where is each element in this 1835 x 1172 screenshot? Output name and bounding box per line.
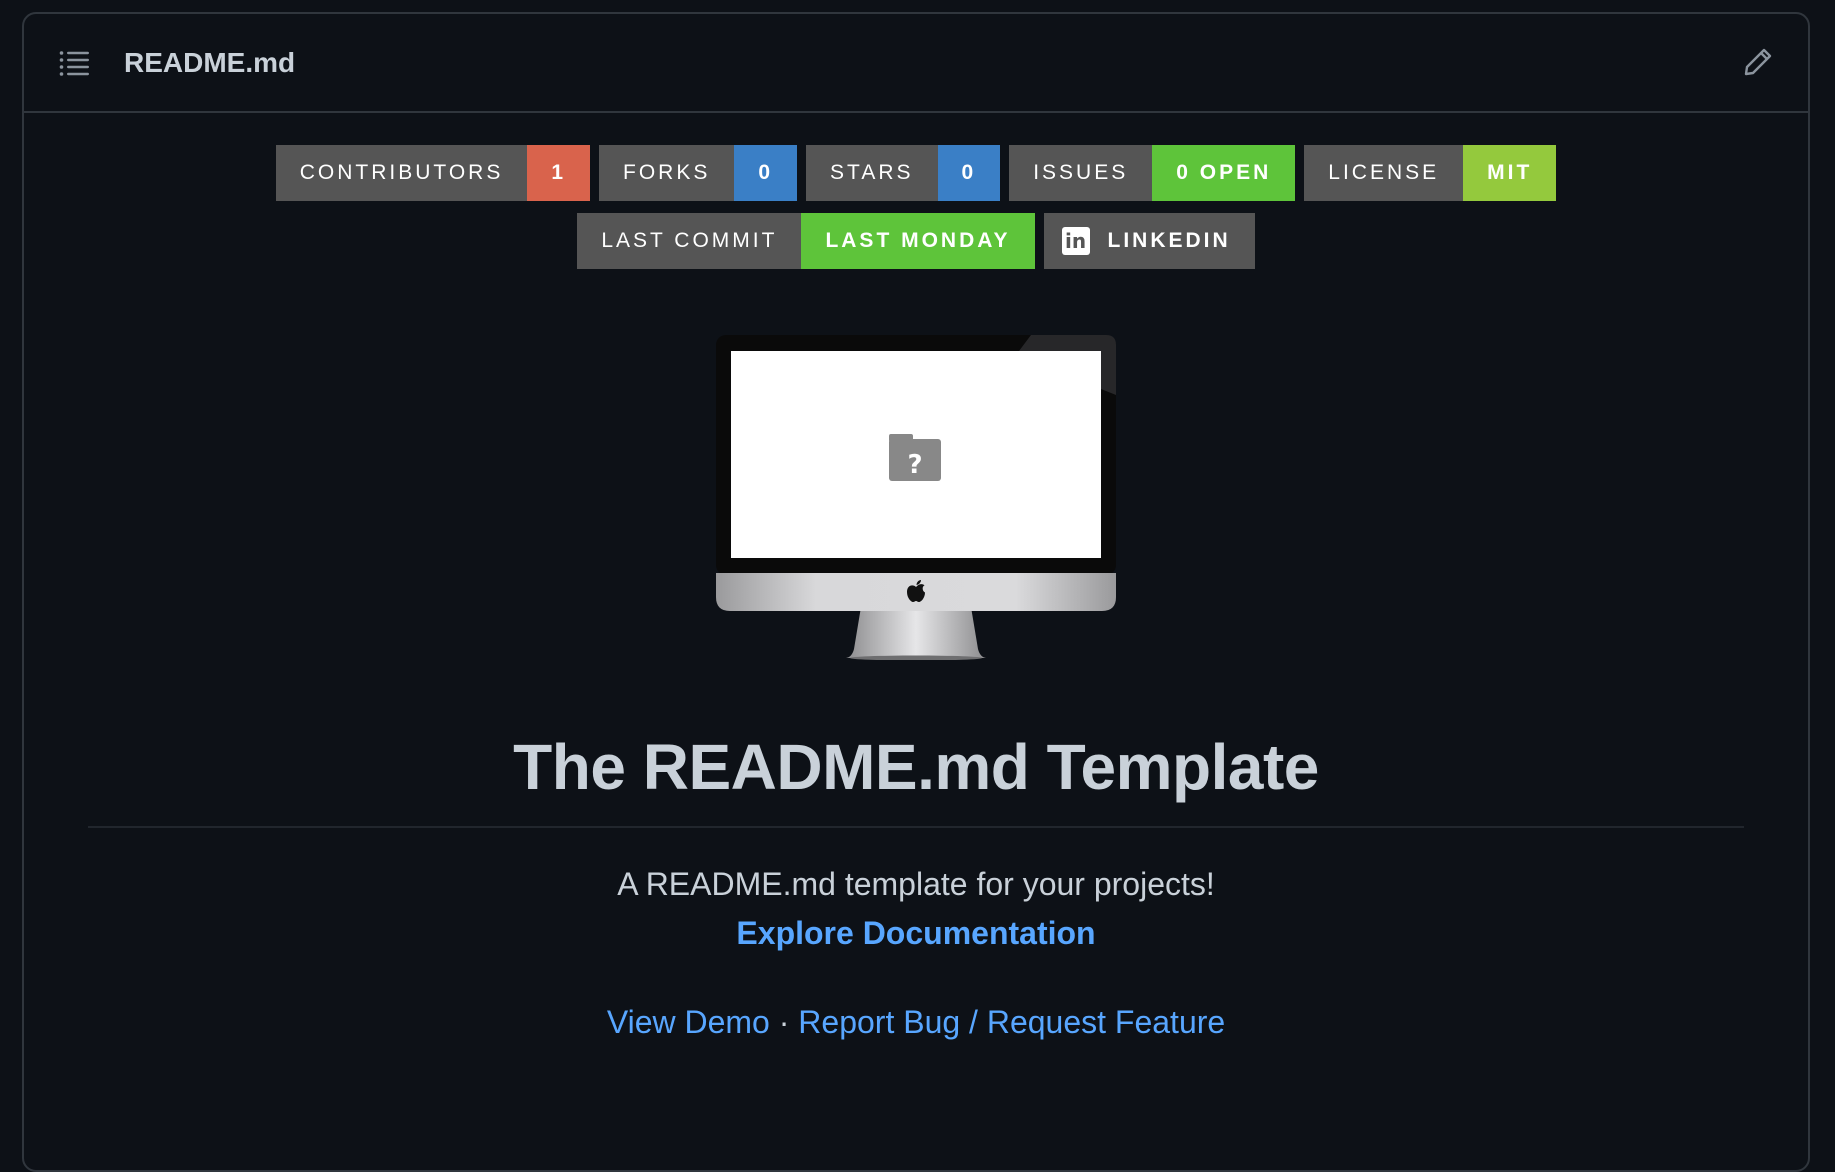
edit-file-button[interactable]	[1738, 42, 1778, 82]
badge-label: in LINKEDIN	[1043, 213, 1255, 269]
badge-label: LICENSE	[1304, 145, 1464, 201]
readme-panel: README.md CONTRIBUTORS 1 FORKS 0 STARS 0	[22, 12, 1810, 1172]
badge-row: LAST COMMIT LAST MONDAY in LINKEDIN	[24, 213, 1808, 269]
linkedin-icon: in	[1061, 227, 1090, 255]
badge-value: 0 OPEN	[1152, 145, 1296, 201]
badge-value: 0	[734, 145, 798, 201]
badge-label: ISSUES	[1009, 145, 1153, 201]
pencil-icon	[1744, 48, 1772, 76]
report-bug-link[interactable]: Report Bug / Request Feature	[798, 1004, 1225, 1040]
readme-content: CONTRIBUTORS 1 FORKS 0 STARS 0 ISSUES 0 …	[24, 145, 1808, 1041]
last-commit-badge[interactable]: LAST COMMIT LAST MONDAY	[577, 213, 1035, 269]
linkedin-badge[interactable]: in LINKEDIN	[1043, 213, 1255, 269]
badge-label: FORKS	[599, 145, 735, 201]
badge-value: 0	[937, 145, 1001, 201]
readme-header: README.md	[24, 14, 1808, 113]
badge-value: LAST MONDAY	[801, 213, 1035, 269]
project-links: View Demo · Report Bug / Request Feature	[24, 1004, 1808, 1041]
badge-value: 1	[527, 145, 591, 201]
imac-placeholder-icon: ?	[716, 335, 1116, 660]
table-of-contents-button[interactable]	[54, 43, 94, 83]
explore-documentation-link[interactable]: Explore Documentation	[24, 915, 1808, 952]
badge-label: CONTRIBUTORS	[275, 145, 528, 201]
badge-row: CONTRIBUTORS 1 FORKS 0 STARS 0 ISSUES 0 …	[24, 145, 1808, 201]
project-tagline: A README.md template for your projects!	[617, 866, 1215, 902]
license-badge[interactable]: LICENSE MIT	[1304, 145, 1557, 201]
badge-label: STARS	[806, 145, 938, 201]
readme-title: The README.md Template	[513, 731, 1319, 803]
placeholder-mark: ?	[907, 450, 922, 480]
title-divider	[88, 826, 1744, 828]
file-name: README.md	[124, 46, 296, 78]
stars-badge[interactable]: STARS 0	[806, 145, 1001, 201]
linkedin-label: LINKEDIN	[1107, 229, 1231, 252]
view-demo-link[interactable]: View Demo	[607, 1004, 770, 1040]
forks-badge[interactable]: FORKS 0	[599, 145, 798, 201]
link-separator: ·	[769, 1004, 799, 1040]
list-icon	[59, 50, 89, 76]
badge-value: MIT	[1463, 145, 1557, 201]
issues-badge[interactable]: ISSUES 0 OPEN	[1009, 145, 1296, 201]
project-logo[interactable]: ?	[24, 335, 1808, 660]
contributors-badge[interactable]: CONTRIBUTORS 1	[275, 145, 591, 201]
badge-label: LAST COMMIT	[577, 213, 802, 269]
